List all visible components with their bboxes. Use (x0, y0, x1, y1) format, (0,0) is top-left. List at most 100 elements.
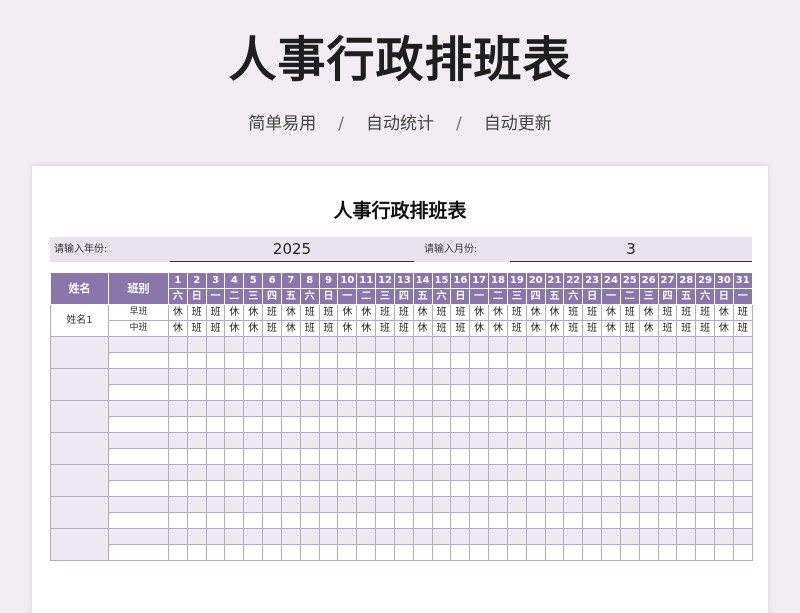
schedule-cell[interactable] (506, 352, 527, 369)
schedule-cell[interactable] (601, 416, 621, 433)
schedule-cell[interactable] (299, 480, 320, 497)
schedule-cell[interactable] (262, 496, 282, 513)
schedule-cell[interactable] (469, 416, 490, 433)
schedule-cell[interactable] (657, 480, 678, 497)
shift-cell[interactable] (108, 464, 169, 481)
schedule-cell[interactable] (337, 352, 358, 369)
schedule-cell[interactable] (205, 448, 226, 465)
schedule-cell[interactable] (262, 448, 282, 465)
schedule-cell[interactable] (375, 352, 395, 369)
schedule-cell[interactable] (676, 384, 697, 401)
schedule-cell[interactable] (356, 416, 377, 433)
schedule-cell[interactable] (695, 400, 716, 417)
schedule-cell[interactable] (695, 416, 716, 433)
schedule-cell[interactable] (619, 336, 640, 353)
schedule-cell[interactable] (450, 384, 471, 401)
schedule-cell[interactable] (469, 432, 490, 449)
schedule-cell[interactable] (619, 384, 640, 401)
schedule-cell[interactable] (544, 448, 565, 465)
schedule-cell[interactable] (506, 432, 527, 449)
schedule-cell[interactable]: 休 (243, 304, 264, 321)
schedule-cell[interactable] (205, 480, 226, 497)
schedule-cell[interactable] (544, 528, 565, 545)
schedule-cell[interactable] (318, 528, 339, 545)
schedule-cell[interactable] (337, 480, 358, 497)
schedule-cell[interactable] (356, 544, 377, 561)
schedule-cell[interactable] (657, 400, 678, 417)
schedule-cell[interactable]: 班 (262, 320, 282, 337)
schedule-cell[interactable] (714, 512, 734, 529)
schedule-cell[interactable] (205, 352, 226, 369)
schedule-cell[interactable] (243, 528, 264, 545)
schedule-cell[interactable] (619, 528, 640, 545)
schedule-cell[interactable] (262, 432, 282, 449)
schedule-cell[interactable] (243, 336, 264, 353)
schedule-cell[interactable] (412, 480, 433, 497)
schedule-cell[interactable] (431, 368, 452, 385)
schedule-cell[interactable] (450, 480, 471, 497)
schedule-cell[interactable]: 班 (676, 304, 697, 321)
schedule-cell[interactable] (375, 464, 395, 481)
schedule-cell[interactable] (488, 400, 508, 417)
schedule-cell[interactable] (695, 448, 716, 465)
schedule-cell[interactable] (375, 544, 395, 561)
schedule-cell[interactable] (356, 352, 377, 369)
schedule-cell[interactable] (714, 496, 734, 513)
schedule-cell[interactable] (563, 544, 584, 561)
schedule-cell[interactable] (619, 352, 640, 369)
schedule-cell[interactable] (393, 480, 414, 497)
schedule-cell[interactable] (318, 400, 339, 417)
shift-cell[interactable] (108, 544, 169, 561)
employee-name-cell[interactable] (50, 400, 109, 433)
schedule-cell[interactable] (488, 544, 508, 561)
schedule-cell[interactable] (431, 432, 452, 449)
schedule-cell[interactable] (619, 432, 640, 449)
schedule-cell[interactable] (280, 512, 301, 529)
schedule-cell[interactable] (262, 400, 282, 417)
schedule-cell[interactable] (695, 368, 716, 385)
schedule-cell[interactable] (676, 544, 697, 561)
schedule-cell[interactable]: 班 (657, 304, 678, 321)
schedule-cell[interactable] (186, 480, 207, 497)
schedule-cell[interactable] (243, 352, 264, 369)
schedule-cell[interactable] (638, 416, 659, 433)
schedule-cell[interactable] (601, 480, 621, 497)
schedule-cell[interactable]: 班 (318, 320, 339, 337)
employee-name-cell[interactable] (50, 464, 109, 497)
schedule-cell[interactable] (299, 512, 320, 529)
schedule-cell[interactable] (619, 448, 640, 465)
schedule-cell[interactable] (638, 528, 659, 545)
schedule-cell[interactable] (732, 464, 753, 481)
schedule-cell[interactable] (393, 336, 414, 353)
employee-name-cell[interactable] (50, 368, 109, 401)
schedule-cell[interactable]: 休 (525, 304, 546, 321)
schedule-cell[interactable]: 休 (544, 320, 565, 337)
schedule-cell[interactable] (393, 416, 414, 433)
schedule-cell[interactable] (450, 416, 471, 433)
schedule-cell[interactable] (619, 464, 640, 481)
schedule-cell[interactable] (168, 496, 188, 513)
schedule-cell[interactable] (375, 432, 395, 449)
schedule-cell[interactable] (657, 464, 678, 481)
schedule-cell[interactable] (205, 336, 226, 353)
schedule-cell[interactable] (375, 384, 395, 401)
schedule-cell[interactable] (318, 544, 339, 561)
shift-cell[interactable] (108, 416, 169, 433)
schedule-cell[interactable]: 班 (506, 320, 527, 337)
schedule-cell[interactable] (525, 384, 546, 401)
shift-cell[interactable] (108, 384, 169, 401)
schedule-cell[interactable]: 休 (412, 320, 433, 337)
schedule-cell[interactable]: 休 (224, 320, 245, 337)
schedule-cell[interactable] (243, 544, 264, 561)
schedule-cell[interactable] (695, 480, 716, 497)
schedule-cell[interactable] (299, 528, 320, 545)
schedule-cell[interactable] (601, 432, 621, 449)
shift-cell[interactable] (108, 336, 169, 353)
schedule-cell[interactable] (469, 464, 490, 481)
schedule-cell[interactable] (412, 352, 433, 369)
schedule-cell[interactable] (714, 448, 734, 465)
schedule-cell[interactable] (582, 384, 603, 401)
schedule-cell[interactable] (488, 352, 508, 369)
schedule-cell[interactable] (469, 336, 490, 353)
schedule-cell[interactable] (224, 528, 245, 545)
